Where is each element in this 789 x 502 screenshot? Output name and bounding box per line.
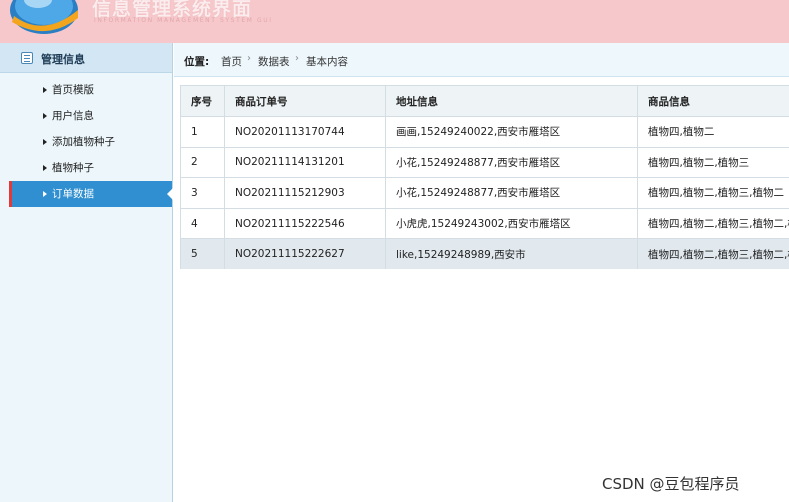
cell-goods: 植物四,植物二,植物三 <box>637 146 789 179</box>
table-row[interactable]: 3 NO20211115212903 小花,15249248877,西安市雁塔区… <box>180 177 789 209</box>
breadcrumb-home[interactable]: 首页 <box>221 54 242 69</box>
cell-index: 5 <box>180 238 225 269</box>
sidebar-item-add-plant-seed[interactable]: 添加植物种子 <box>0 129 172 155</box>
cell-address: 小花,15249248877,西安市雁塔区 <box>385 146 638 179</box>
caret-right-icon <box>43 165 47 171</box>
cell-address: like,15249248989,西安市 <box>385 238 638 269</box>
breadcrumb-label: 位置: <box>184 56 210 68</box>
sidebar-item-user-info[interactable]: 用户信息 <box>0 103 172 129</box>
sidebar-item-label: 订单数据 <box>52 188 94 200</box>
app-header: 信息管理系统界面 INFORMATION MANAGEMENT SYSTEM G… <box>0 0 789 43</box>
cell-order-no: NO20211115212903 <box>224 177 386 209</box>
cell-order-no: NO20211114131201 <box>224 146 386 179</box>
breadcrumb-data-table[interactable]: 数据表 <box>258 54 290 69</box>
caret-right-icon <box>43 191 47 197</box>
table-row[interactable]: 4 NO20211115222546 小虎虎,15249243002,西安市雁塔… <box>180 207 789 240</box>
watermark: CSDN @豆包程序员 <box>602 475 740 493</box>
caret-right-icon <box>43 113 47 119</box>
logo-globe-icon <box>10 0 78 34</box>
active-notch <box>167 188 173 200</box>
cell-index: 3 <box>180 177 225 209</box>
column-header-order-no[interactable]: 商品订单号 <box>224 85 386 117</box>
cell-goods: 植物四,植物二 <box>637 116 789 148</box>
chevron-right-icon: › <box>295 53 299 64</box>
cell-order-no: NO20211115222627 <box>224 238 386 269</box>
order-table-container: 序号 商品订单号 地址信息 商品信息 1 NO20201113170744 画画… <box>180 85 789 269</box>
caret-right-icon <box>43 139 47 145</box>
cell-goods: 植物四,植物二,植物三,植物二,植物 <box>637 238 789 269</box>
table-row[interactable]: 5 NO20211115222627 like,15249248989,西安市 … <box>180 238 789 269</box>
breadcrumb-basic-content: 基本内容 <box>306 56 348 68</box>
sidebar-item-label: 植物种子 <box>52 162 94 174</box>
cell-address: 画画,15249240022,西安市雁塔区 <box>385 116 638 148</box>
table-row[interactable]: 2 NO20211114131201 小花,15249248877,西安市雁塔区… <box>180 146 789 179</box>
sidebar-header[interactable]: 管理信息 <box>0 43 172 73</box>
cell-goods: 植物四,植物二,植物三,植物二 <box>637 177 789 209</box>
sidebar: 管理信息 首页模版 用户信息 添加植物种子 植物种子 订单数据 <box>0 43 173 502</box>
sidebar-item-label: 添加植物种子 <box>52 136 115 148</box>
cell-goods: 植物四,植物二,植物三,植物二,植物 <box>637 207 789 240</box>
sidebar-title: 管理信息 <box>41 53 85 66</box>
chevron-right-icon: › <box>247 53 251 64</box>
caret-right-icon <box>43 87 47 93</box>
app-subtitle: INFORMATION MANAGEMENT SYSTEM GUI <box>94 17 273 24</box>
sidebar-item-label: 首页模版 <box>52 84 94 96</box>
cell-index: 4 <box>180 207 225 240</box>
sidebar-item-home-template[interactable]: 首页模版 <box>0 77 172 103</box>
cell-index: 1 <box>180 116 225 148</box>
table-header-row: 序号 商品订单号 地址信息 商品信息 <box>180 85 789 117</box>
sidebar-item-plant-seed[interactable]: 植物种子 <box>0 155 172 181</box>
breadcrumb: 位置: 首页 › 数据表 › 基本内容 <box>174 43 789 77</box>
table-row[interactable]: 1 NO20201113170744 画画,15249240022,西安市雁塔区… <box>180 116 789 148</box>
order-table: 序号 商品订单号 地址信息 商品信息 1 NO20201113170744 画画… <box>180 85 789 269</box>
column-header-index[interactable]: 序号 <box>180 85 225 117</box>
cell-address: 小花,15249248877,西安市雁塔区 <box>385 177 638 209</box>
cell-order-no: NO20211115222546 <box>224 207 386 240</box>
column-header-address[interactable]: 地址信息 <box>385 85 638 117</box>
list-icon <box>21 52 33 64</box>
sidebar-item-label: 用户信息 <box>52 110 94 122</box>
sidebar-item-order-data[interactable]: 订单数据 <box>0 181 173 207</box>
cell-index: 2 <box>180 146 225 179</box>
cell-address: 小虎虎,15249243002,西安市雁塔区 <box>385 207 638 240</box>
cell-order-no: NO20201113170744 <box>224 116 386 148</box>
column-header-goods[interactable]: 商品信息 <box>637 85 789 117</box>
active-marker <box>9 181 12 207</box>
